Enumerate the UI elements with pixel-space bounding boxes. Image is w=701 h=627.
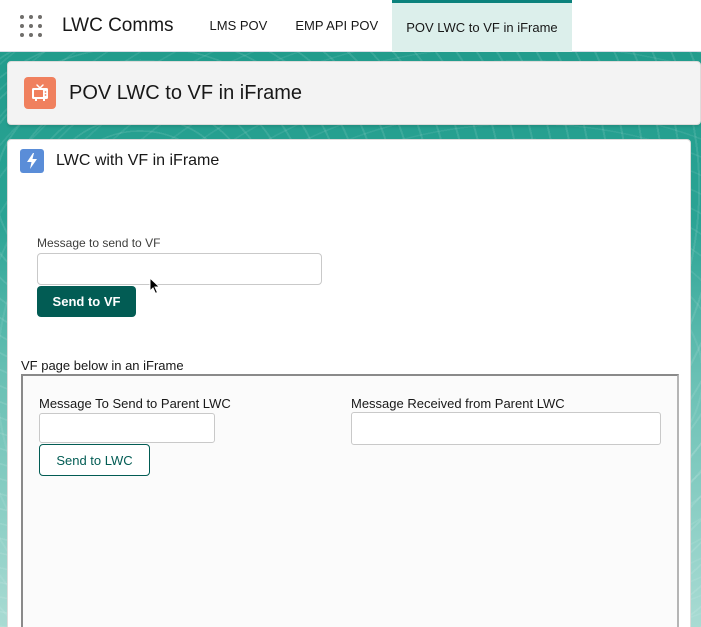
page-title: POV LWC to VF in iFrame	[69, 81, 303, 104]
send-to-vf-button[interactable]: Send to VF	[37, 286, 136, 317]
app-name: LWC Comms	[62, 14, 174, 36]
message-to-parent-lwc-label: Message To Send to Parent LWC	[39, 396, 231, 411]
send-to-lwc-button[interactable]: Send to LWC	[39, 444, 150, 476]
mouse-pointer-icon	[149, 277, 161, 295]
tab-emp-api-pov[interactable]: EMP API POV	[281, 0, 392, 52]
message-to-parent-lwc-input[interactable]	[39, 413, 215, 443]
tv-icon	[24, 77, 56, 109]
lwc-card: LWC with VF in iFrame Message to send to…	[7, 139, 691, 627]
global-navigation-bar: LWC Comms LMS POV EMP API POV POV LWC to…	[0, 0, 701, 52]
message-to-vf-label: Message to send to VF	[37, 236, 161, 250]
lightning-icon	[20, 149, 44, 173]
message-received-input[interactable]	[351, 412, 661, 445]
page-header: POV LWC to VF in iFrame	[7, 61, 701, 125]
app-launcher-grid-icon[interactable]	[20, 14, 42, 37]
message-received-label: Message Received from Parent LWC	[351, 396, 565, 411]
card-header: LWC with VF in iFrame	[20, 149, 219, 173]
card-title: LWC with VF in iFrame	[56, 152, 220, 169]
message-to-vf-input[interactable]	[37, 253, 322, 285]
iframe-label: VF page below in an iFrame	[21, 358, 184, 373]
tab-pov-lwc-to-vf-in-iframe[interactable]: POV LWC to VF in iFrame	[392, 0, 572, 52]
tab-lms-pov[interactable]: LMS POV	[196, 0, 282, 52]
vf-iframe: Message To Send to Parent LWC Send to LW…	[21, 374, 679, 627]
